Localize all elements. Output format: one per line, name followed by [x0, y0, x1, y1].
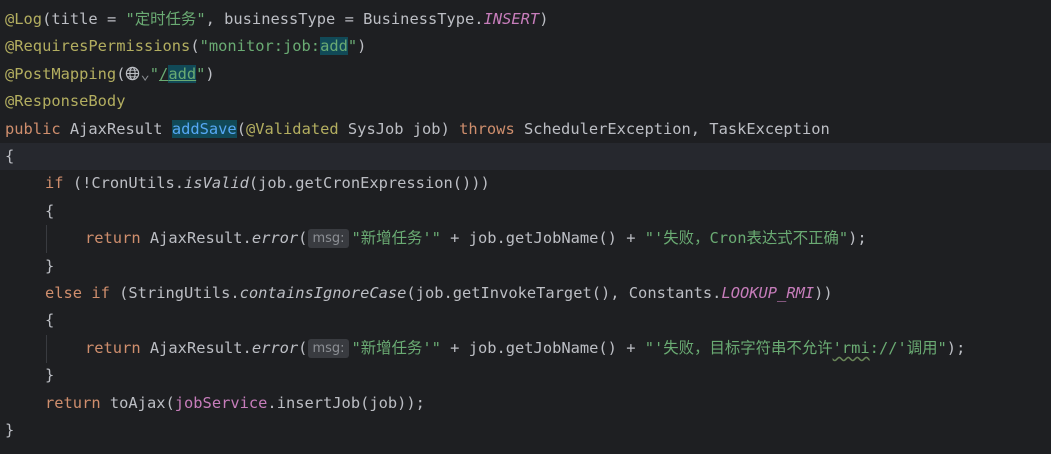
brace: {	[5, 147, 15, 165]
code-line[interactable]: @ResponseBody	[0, 88, 1051, 115]
code-text: (job.getCronExpression()))	[248, 174, 490, 193]
keyword: public	[5, 119, 61, 138]
code-line[interactable]: }	[0, 362, 1051, 389]
static-method: containsIgnoreCase	[239, 284, 407, 302]
string-literal: "新增任务'"	[351, 229, 441, 248]
code-text: + job.getJobName() +	[440, 338, 645, 357]
parameter-hint: msg:	[308, 229, 349, 249]
string-literal: ://'调用"	[869, 338, 947, 357]
code-text: );	[848, 229, 867, 248]
string-literal: "'失败，Cron表达式不正确"	[644, 229, 849, 248]
code-text: (	[116, 64, 126, 83]
string-literal: "	[149, 64, 160, 83]
code-text: (StringUtils.	[109, 284, 240, 302]
code-line-current[interactable]: {	[0, 143, 1051, 171]
code-line[interactable]: return AjaxResult.error(msg: "新增任务'" + jo…	[0, 225, 1051, 252]
code-editor[interactable]: @Log(title = "定时任务", businessType = Busi…	[0, 0, 1051, 454]
keyword: throws	[459, 119, 515, 138]
keyword: if	[45, 174, 64, 193]
code-line[interactable]: {	[0, 198, 1051, 225]
constant: INSERT	[483, 10, 540, 28]
url-link[interactable]: /	[159, 65, 168, 83]
method-name[interactable]: addSave	[171, 119, 237, 138]
code-text: (	[298, 338, 308, 357]
parameter-hint: msg:	[308, 338, 349, 358]
keyword: return	[85, 229, 141, 248]
code-text: (	[190, 37, 200, 56]
brace: }	[5, 421, 15, 439]
code-text: + job.getJobName() +	[440, 229, 645, 248]
code-line[interactable]: }	[0, 253, 1051, 280]
code-line[interactable]: return toAjax(jobService.insertJob(job))…	[0, 390, 1051, 417]
code-text: (job.getInvokeTarget(), Constants.	[406, 284, 722, 302]
annotation: @PostMapping	[5, 64, 117, 83]
field-reference: jobService	[174, 393, 268, 412]
string-literal: "monitor:job:	[199, 37, 321, 56]
code-line[interactable]: {	[0, 307, 1051, 334]
string-literal: "定时任务"	[125, 10, 206, 28]
annotation: @ResponseBody	[5, 92, 126, 111]
code-text: .insertJob(job));	[267, 393, 425, 412]
constant: LOOKUP_RMI	[721, 284, 815, 302]
code-text: (	[298, 229, 308, 248]
highlighted-usage[interactable]: add	[168, 64, 197, 83]
chevron-down-icon[interactable]: ⌄	[140, 65, 149, 83]
spellcheck-warning[interactable]: 'rmi	[833, 339, 870, 357]
globe-icon[interactable]	[125, 63, 140, 90]
code-line[interactable]: @RequiresPermissions("monitor:job:add")	[0, 33, 1051, 60]
brace: }	[45, 366, 55, 385]
brace: {	[45, 201, 55, 220]
code-text: )	[205, 64, 215, 83]
code-text: toAjax(	[100, 393, 175, 412]
code-line[interactable]: public AjaxResult addSave(@Validated Sys…	[0, 116, 1051, 143]
code-line[interactable]: if (!CronUtils.isValid(job.getCronExpres…	[0, 170, 1051, 197]
string-literal: "	[347, 37, 358, 56]
code-text: SchedulerException, TaskException	[514, 119, 830, 138]
code-line[interactable]: @PostMapping(⌄"/add")	[0, 61, 1051, 88]
annotation: @Validated	[245, 119, 339, 138]
code-text: );	[946, 338, 966, 357]
code-line[interactable]: return AjaxResult.error(msg: "新增任务'" + jo…	[0, 335, 1051, 362]
static-method: error	[251, 229, 299, 248]
keyword: return	[45, 393, 101, 412]
highlighted-usage: add	[320, 37, 348, 56]
keyword: else if	[45, 284, 110, 302]
code-text: , businessType = BusinessType.	[205, 10, 484, 28]
code-line[interactable]: @Log(title = "定时任务", businessType = Busi…	[0, 6, 1051, 33]
string-literal: "新增任务'"	[351, 338, 441, 357]
code-text: )	[539, 10, 549, 28]
code-line[interactable]: }	[0, 417, 1051, 444]
brace: {	[45, 311, 55, 330]
code-text: (title =	[42, 10, 126, 28]
code-text: AjaxResult.	[140, 338, 252, 357]
code-line[interactable]: else if (StringUtils.containsIgnoreCase(…	[0, 280, 1051, 307]
static-method: error	[251, 338, 299, 357]
string-literal: "'失败，目标字符串不允许	[644, 338, 833, 357]
code-text: SysJob job)	[338, 119, 460, 138]
static-method: isValid	[184, 174, 249, 193]
keyword: return	[85, 338, 141, 357]
code-text: (	[236, 119, 246, 138]
code-text: )	[357, 37, 367, 56]
code-text: (!CronUtils.	[63, 174, 185, 193]
annotation: @Log	[5, 10, 43, 28]
annotation: @RequiresPermissions	[5, 37, 191, 56]
code-text: AjaxResult.	[140, 229, 252, 248]
code-text: AjaxResult	[60, 119, 172, 138]
brace: }	[45, 256, 55, 275]
code-text: ))	[814, 284, 833, 302]
